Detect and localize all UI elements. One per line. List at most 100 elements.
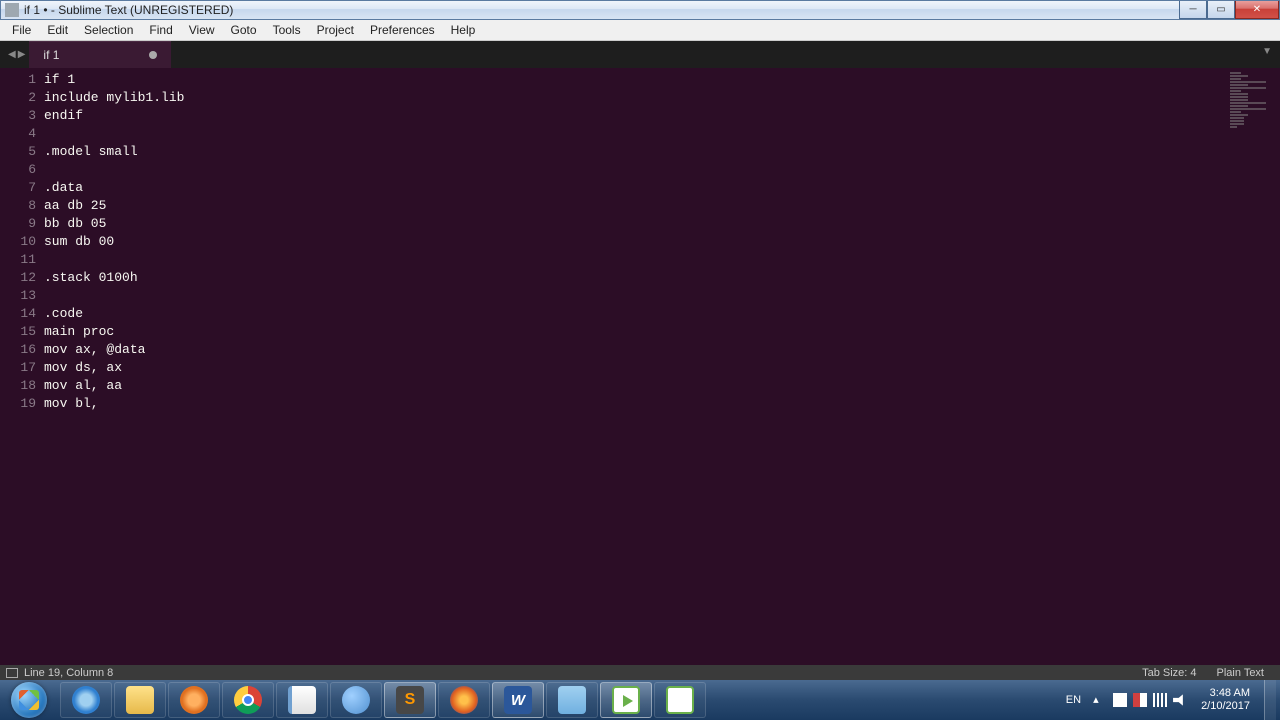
camtasia-icon [612, 686, 640, 714]
menu-tools[interactable]: Tools [265, 21, 309, 39]
editor[interactable]: 1 2 3 4 5 6 7 8 9 10 11 12 13 14 15 16 1… [0, 68, 1280, 665]
taskbar-chrome[interactable] [222, 682, 274, 718]
code-area[interactable]: if 1 include mylib1.lib endif .model sma… [44, 68, 1280, 665]
minimize-button[interactable]: ─ [1179, 1, 1207, 19]
show-desktop-button[interactable] [1264, 680, 1276, 720]
taskbar-media-player[interactable] [168, 682, 220, 718]
tab-nav: ◀ ▶ [4, 41, 29, 68]
line-number: 6 [0, 161, 36, 179]
code-line: endif [44, 107, 1280, 125]
tab-nav-back-icon[interactable]: ◀ [8, 49, 16, 60]
code-line: if 1 [44, 71, 1280, 89]
word-icon [504, 686, 532, 714]
menu-find[interactable]: Find [141, 21, 180, 39]
statusbar-position[interactable]: Line 19, Column 8 [24, 667, 113, 679]
taskbar-ie[interactable] [60, 682, 112, 718]
line-number: 7 [0, 179, 36, 197]
taskbar-pictures[interactable] [546, 682, 598, 718]
volume-icon[interactable] [1173, 693, 1187, 707]
media-player-icon [180, 686, 208, 714]
line-number-gutter: 1 2 3 4 5 6 7 8 9 10 11 12 13 14 15 16 1… [0, 68, 44, 665]
tray-icons: ▴ [1093, 693, 1187, 707]
taskbar: EN ▴ 3:48 AM 2/10/2017 [0, 680, 1280, 720]
taskbar-camtasia-rec[interactable] [600, 682, 652, 718]
tab-label: if 1 [43, 48, 59, 62]
statusbar-panel-icon[interactable] [6, 668, 18, 678]
pictures-icon [558, 686, 586, 714]
taskbar-word[interactable] [492, 682, 544, 718]
notepad-icon [288, 686, 316, 714]
line-number: 10 [0, 233, 36, 251]
network-icon[interactable] [1153, 693, 1167, 707]
menu-goto[interactable]: Goto [223, 21, 265, 39]
code-line: .model small [44, 143, 1280, 161]
code-line: .stack 0100h [44, 269, 1280, 287]
action-center-icon[interactable] [1113, 693, 1127, 707]
tab-dirty-indicator-icon[interactable] [149, 51, 157, 59]
maximize-button[interactable]: ▭ [1207, 1, 1235, 19]
line-number: 3 [0, 107, 36, 125]
line-number: 18 [0, 377, 36, 395]
chrome-icon [234, 686, 262, 714]
line-number: 8 [0, 197, 36, 215]
line-number: 5 [0, 143, 36, 161]
menu-project[interactable]: Project [309, 21, 362, 39]
taskbar-camtasia[interactable] [654, 682, 706, 718]
firefox-icon [450, 686, 478, 714]
code-line [44, 287, 1280, 305]
ie-icon [72, 686, 100, 714]
window-title: if 1 • - Sublime Text (UNREGISTERED) [24, 3, 233, 17]
tab-overflow-icon[interactable]: ▼ [1254, 41, 1280, 68]
window-controls: ─ ▭ ✕ [1179, 1, 1279, 19]
language-indicator[interactable]: EN [1062, 692, 1085, 708]
tab-nav-forward-icon[interactable]: ▶ [18, 49, 26, 60]
line-number: 19 [0, 395, 36, 413]
line-number: 13 [0, 287, 36, 305]
code-line: .data [44, 179, 1280, 197]
line-number: 14 [0, 305, 36, 323]
tab-active[interactable]: if 1 [29, 41, 171, 68]
sublime-icon [396, 686, 424, 714]
security-icon[interactable] [1133, 693, 1147, 707]
code-line: mov bl, [44, 395, 1280, 413]
statusbar: Line 19, Column 8 Tab Size: 4 Plain Text [0, 665, 1280, 680]
menu-preferences[interactable]: Preferences [362, 21, 443, 39]
menubar: File Edit Selection Find View Goto Tools… [0, 20, 1280, 41]
menu-edit[interactable]: Edit [39, 21, 76, 39]
clock-date: 2/10/2017 [1201, 700, 1250, 713]
menu-selection[interactable]: Selection [76, 21, 141, 39]
taskbar-sublime[interactable] [384, 682, 436, 718]
code-line: mov al, aa [44, 377, 1280, 395]
code-line [44, 125, 1280, 143]
code-line [44, 161, 1280, 179]
menu-view[interactable]: View [181, 21, 223, 39]
minimap[interactable] [1228, 70, 1268, 140]
system-tray: EN ▴ 3:48 AM 2/10/2017 [1062, 680, 1278, 720]
code-line: include mylib1.lib [44, 89, 1280, 107]
code-line: mov ax, @data [44, 341, 1280, 359]
taskbar-explorer[interactable] [114, 682, 166, 718]
taskbar-firefox[interactable] [438, 682, 490, 718]
tray-overflow-icon[interactable]: ▴ [1093, 693, 1107, 707]
menu-file[interactable]: File [4, 21, 39, 39]
code-line: sum db 00 [44, 233, 1280, 251]
close-button[interactable]: ✕ [1235, 1, 1279, 19]
clock-time: 3:48 AM [1201, 687, 1250, 700]
line-number: 12 [0, 269, 36, 287]
line-number: 1 [0, 71, 36, 89]
taskbar-magnifier[interactable] [330, 682, 382, 718]
code-line: bb db 05 [44, 215, 1280, 233]
line-number: 11 [0, 251, 36, 269]
folder-icon [126, 686, 154, 714]
statusbar-syntax[interactable]: Plain Text [1207, 667, 1275, 679]
statusbar-tab-size[interactable]: Tab Size: 4 [1132, 667, 1206, 679]
start-button[interactable] [2, 680, 56, 720]
line-number: 4 [0, 125, 36, 143]
tab-bar: ◀ ▶ if 1 ▼ [0, 41, 1280, 68]
clock[interactable]: 3:48 AM 2/10/2017 [1195, 687, 1256, 713]
windows-logo-icon [11, 682, 47, 718]
taskbar-notepad[interactable] [276, 682, 328, 718]
menu-help[interactable]: Help [443, 21, 484, 39]
line-number: 15 [0, 323, 36, 341]
code-line: mov ds, ax [44, 359, 1280, 377]
